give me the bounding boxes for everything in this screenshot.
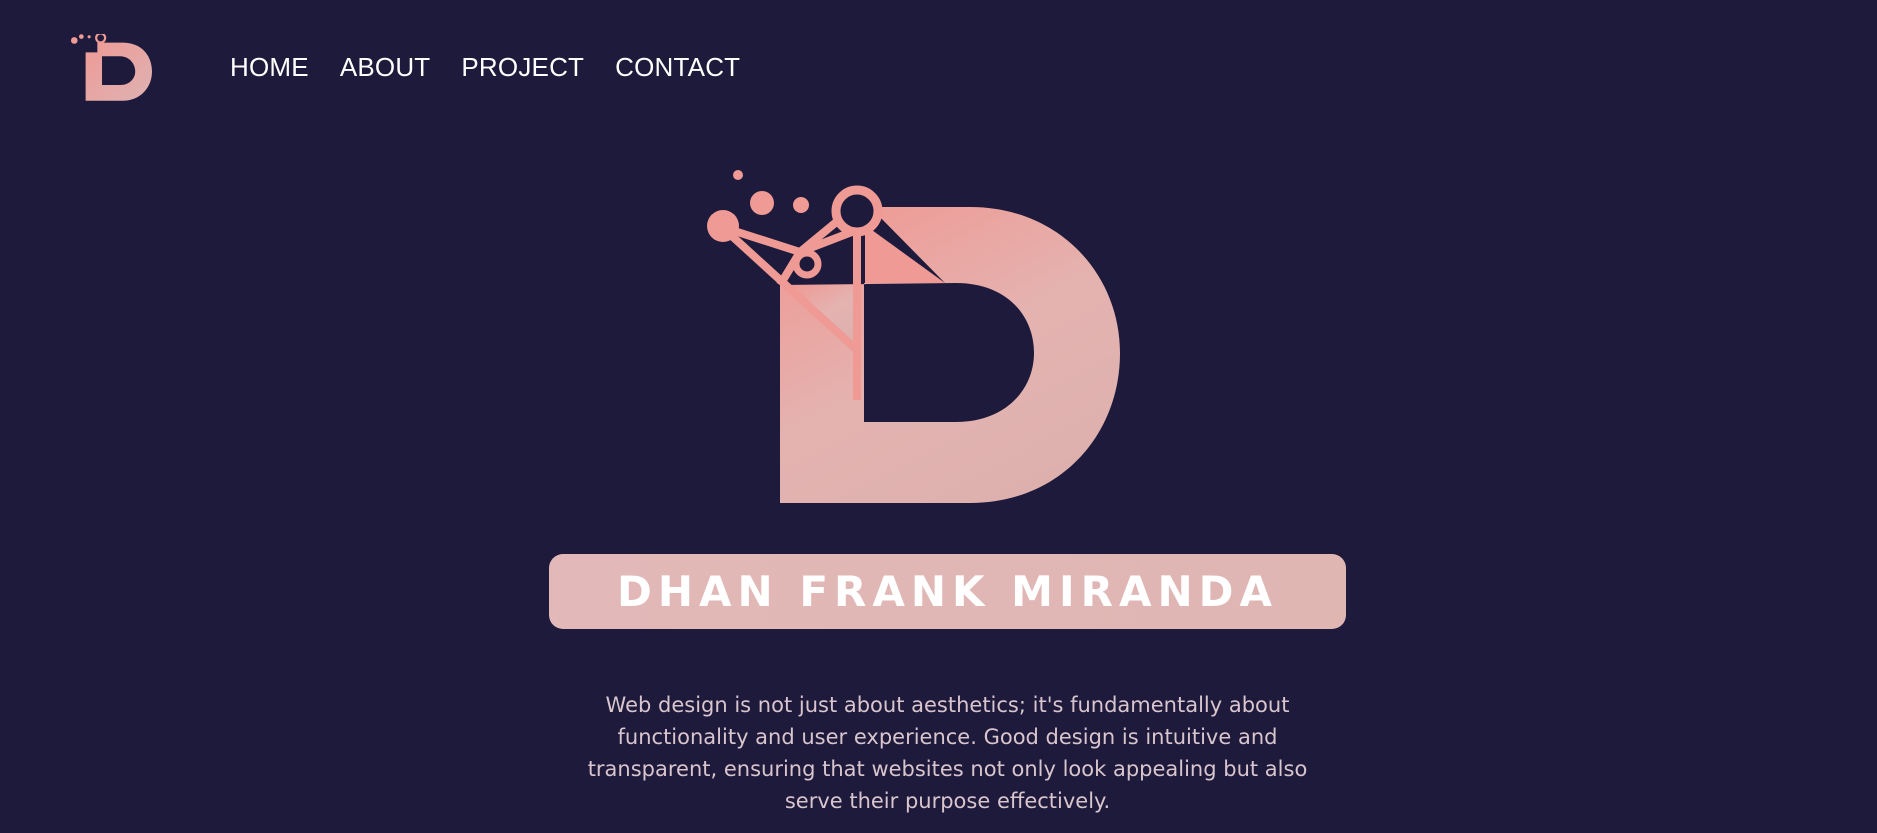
hero-logo-icon xyxy=(707,170,1120,503)
name-banner: DHAN FRANK MIRANDA xyxy=(549,554,1346,629)
nav-link-about[interactable]: ABOUT xyxy=(340,52,431,83)
hero-tagline: Web design is not just about aesthetics;… xyxy=(587,693,1308,813)
nav-link-contact[interactable]: CONTACT xyxy=(615,52,740,83)
main-nav: HOME ABOUT PROJECT CONTACT xyxy=(230,52,740,83)
nav-logo-icon[interactable] xyxy=(70,34,152,102)
nav-link-home[interactable]: HOME xyxy=(230,52,309,83)
nav-link-project[interactable]: PROJECT xyxy=(461,52,584,83)
name-title: DHAN FRANK MIRANDA xyxy=(617,567,1278,616)
